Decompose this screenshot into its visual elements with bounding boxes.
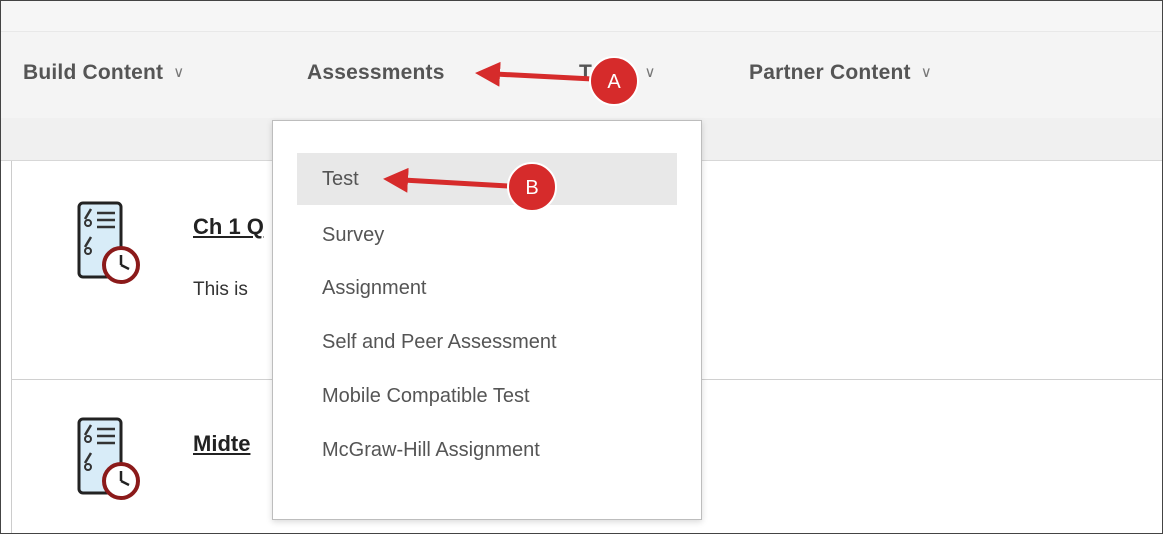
menu-tools[interactable]: Tools ∨ xyxy=(579,61,656,85)
menu-build-content[interactable]: Build Content ∨ xyxy=(23,61,184,85)
dropdown-item-survey[interactable]: Survey xyxy=(297,209,677,261)
dropdown-item-test[interactable]: Test xyxy=(297,153,677,205)
menu-tools-label: Tools xyxy=(579,61,635,84)
test-icon xyxy=(77,201,140,284)
dropdown-item-mcgraw-hill-assignment[interactable]: McGraw-Hill Assignment xyxy=(297,424,677,476)
dropdown-item-self-peer-assessment[interactable]: Self and Peer Assessment xyxy=(297,316,677,368)
menu-assessments-label: Assessments xyxy=(307,61,445,84)
menu-partner-content-label: Partner Content xyxy=(749,61,911,84)
menu-assessments[interactable]: Assessments xyxy=(307,61,445,85)
screenshot-frame: Build Content ∨ Assessments Tools ∨ Partne… xyxy=(0,0,1163,534)
assessments-dropdown: Test Survey Assignment Self and Peer Ass… xyxy=(272,120,702,520)
menu-build-content-label: Build Content xyxy=(23,61,164,84)
dropdown-item-mobile-compatible-test[interactable]: Mobile Compatible Test xyxy=(297,370,677,422)
chevron-down-icon: ∨ xyxy=(920,64,932,81)
test-icon xyxy=(77,417,140,500)
menu-partner-content[interactable]: Partner Content ∨ xyxy=(749,61,932,85)
content-item-title[interactable]: Ch 1 Q xyxy=(193,214,264,240)
content-item-title[interactable]: Midte xyxy=(193,431,250,457)
top-strip xyxy=(1,1,1162,32)
content-item-description: This is xyxy=(193,279,248,300)
chevron-down-icon: ∨ xyxy=(173,64,185,81)
dropdown-item-assignment[interactable]: Assignment xyxy=(297,262,677,314)
chevron-down-icon: ∨ xyxy=(644,64,656,81)
